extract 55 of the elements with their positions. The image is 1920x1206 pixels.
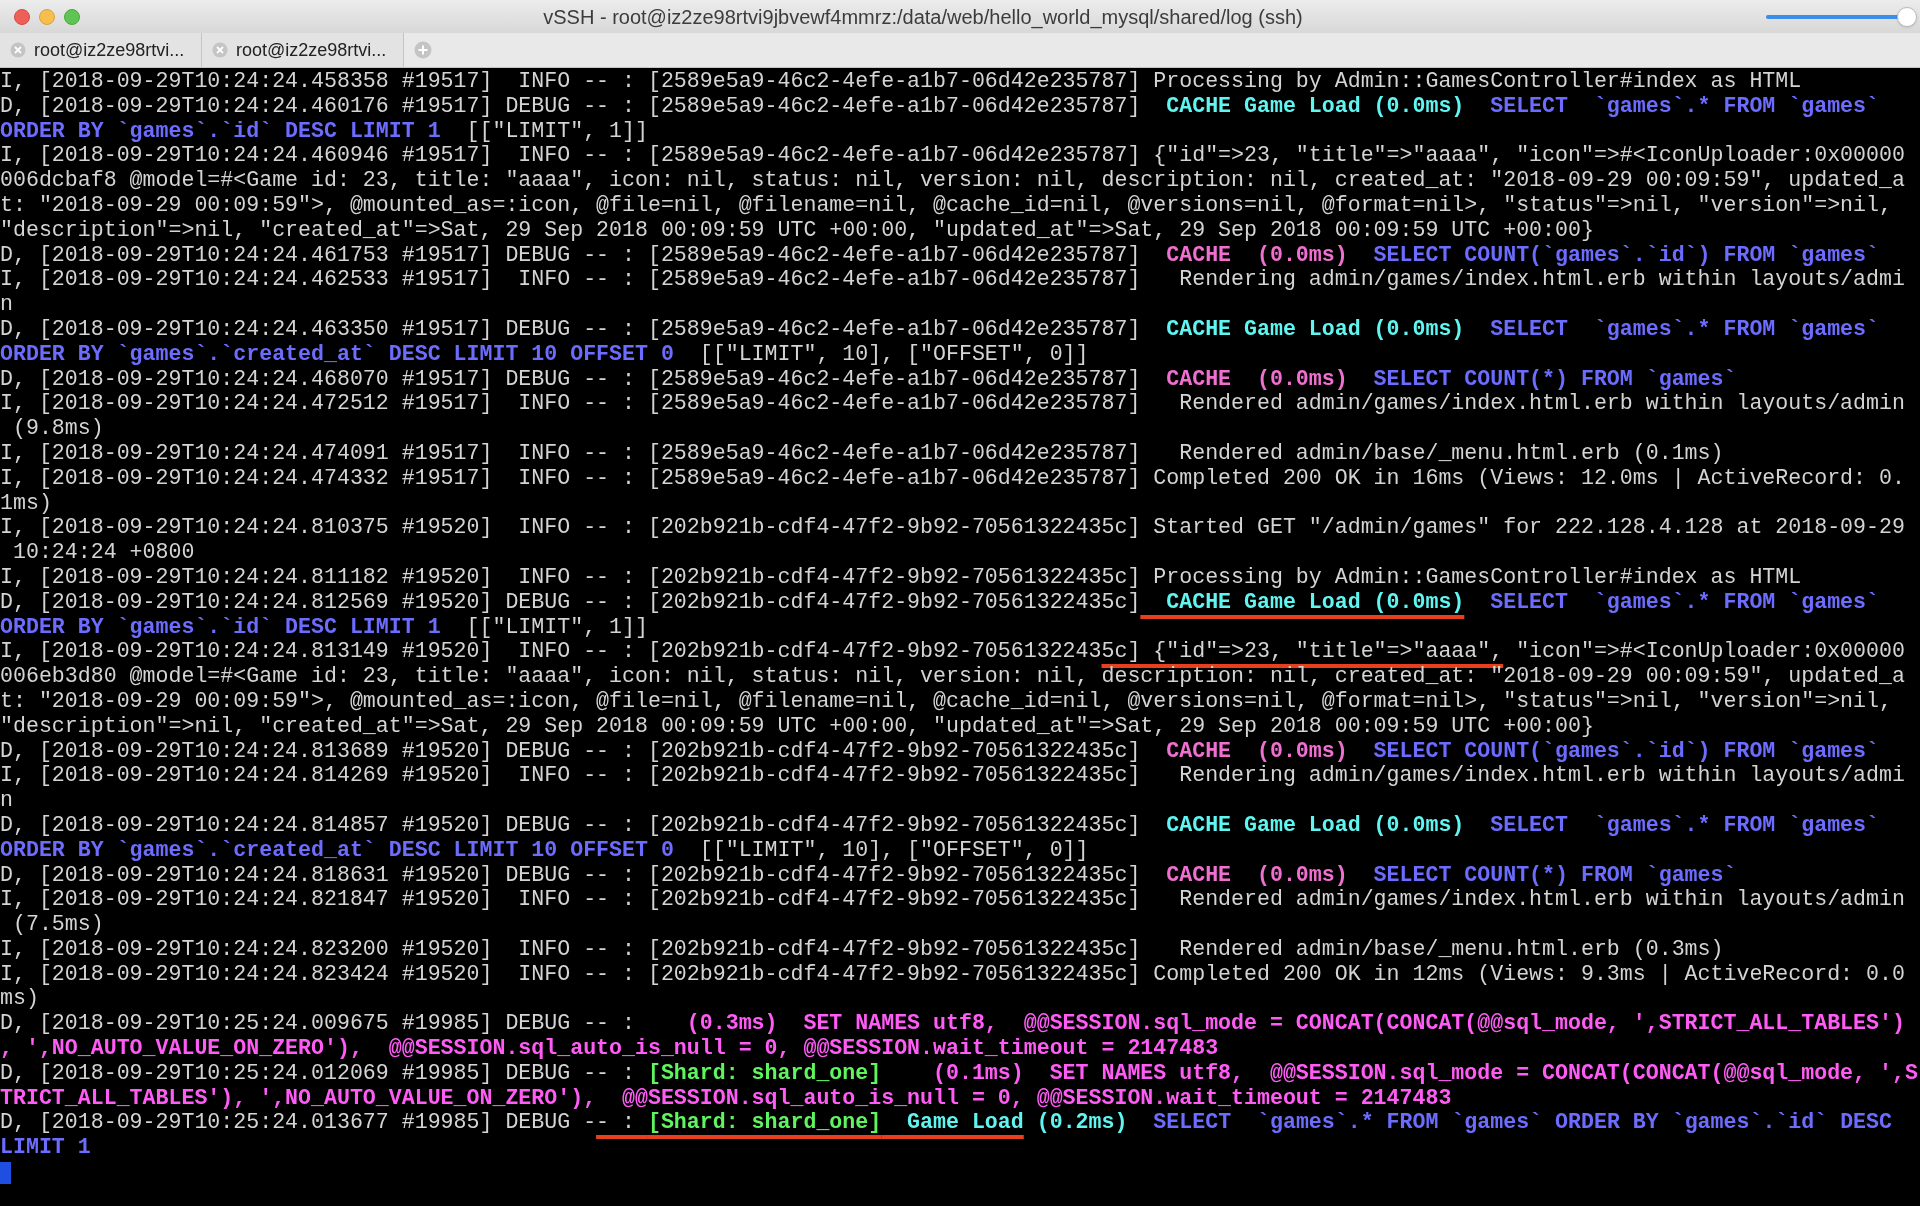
add-tab-icon[interactable]: [414, 41, 432, 59]
terminal-line: D, [2018-09-29T10:24:24.818631 #19520] DEBUG -- : [202b921b-cdf4-47f2-9b92-70561322435c] CACHE (0.0ms) SELECT COUNT(*) FROM `games`: [0, 862, 1737, 888]
terminal-line: D, [2018-09-29T10:24:24.468070 #19517] DEBUG -- : [2589e5a9-46c2-4efe-a1b7-06d42e235787] CACHE (0.0ms) SELECT COUNT(*) FROM `games`: [0, 366, 1737, 392]
opacity-slider[interactable]: [1766, 5, 1916, 28]
terminal-line: D, [2018-09-29T10:24:24.814857 #19520] DEBUG -- : [202b921b-cdf4-47f2-9b92-70561322435c] CACHE Game Load (0.0ms) SELECT `games`.* FROM `games`: [0, 812, 1879, 838]
terminal-line: I, [2018-09-29T10:24:24.460946 #19517] INFO -- : [2589e5a9-46c2-4efe-a1b7-06d42e235787] {"id"=>23, "title"=>"aaaa", "icon"=>#<IconUploader:0x00000: [0, 143, 1905, 169]
terminal-line: ORDER BY `games`.`created_at` DESC LIMIT 10 OFFSET 0 [["LIMIT", 10], ["OFFSET", 0]]: [0, 341, 1089, 367]
terminal-tab[interactable]: root@iz2ze98rtvi...: [202, 33, 404, 67]
terminal-line: LIMIT 1: [0, 1135, 91, 1161]
terminal-line: D, [2018-09-29T10:25:24.009675 #19985] DEBUG -- : (0.3ms) SET NAMES utf8, @@SESSION.sql_mode = CONCAT(CONCAT(@@sql_mode, ',STRICT_ALL_TABLES'): [0, 1011, 1905, 1037]
terminal-line: D, [2018-09-29T10:24:24.461753 #19517] DEBUG -- : [2589e5a9-46c2-4efe-a1b7-06d42e235787] CACHE (0.0ms) SELECT COUNT(`games`.`id`) FROM `games`: [0, 242, 1879, 268]
terminal-line: "description"=>nil, "created_at"=>Sat, 29 Sep 2018 00:09:59 UTC +00:00, "updated_at"=>Sat, 29 Sep 2018 00:09:59 UTC +00:00}: [0, 217, 1594, 243]
close-tab-icon[interactable]: [212, 42, 228, 58]
terminal-line: TRICT_ALL_TABLES'), ',NO_AUTO_VALUE_ON_ZERO'), @@SESSION.sql_auto_is_null = 0, @@SESSION.wait_timeout = 2147483: [0, 1085, 1452, 1111]
terminal-line: n: [0, 292, 13, 317]
terminal-line: D, [2018-09-29T10:24:24.460176 #19517] DEBUG -- : [2589e5a9-46c2-4efe-a1b7-06d42e235787] CACHE Game Load (0.0ms) SELECT `games`.* FROM `games`: [0, 93, 1879, 119]
terminal-line: D, [2018-09-29T10:25:24.012069 #19985] DEBUG -- : [Shard: shard_one] (0.1ms) SET NAMES utf8, @@SESSION.sql_mode = CONCAT(CONCAT(@@sql_mode, ',S: [0, 1060, 1918, 1086]
terminal-line: t: "2018-09-29 00:09:59">, @mounted_as=:icon, @file=nil, @filename=nil, @cache_id=nil, @versions=nil, @format=nil>, "status"=>nil, "version"=>nil,: [0, 193, 1892, 218]
terminal-line: (9.8ms): [11, 416, 104, 441]
terminal-line: I, [2018-09-29T10:24:24.811182 #19520] INFO -- : [202b921b-cdf4-47f2-9b92-70561322435c] Processing by Admin::GamesController#index as HTML: [0, 564, 1802, 590]
window-title: vSSH - root@iz2ze98rtvi9jbvewf4mmrz:/data/web/hello_world_mysql/shared/log (ssh): [543, 4, 1303, 31]
terminal-line: 10:24:24 +0800: [11, 540, 195, 565]
terminal-line: I, [2018-09-29T10:24:24.814269 #19520] INFO -- : [202b921b-cdf4-47f2-9b92-70561322435c] Rendering admin/games/index.html.erb within layouts/admi: [0, 763, 1905, 789]
terminal-line: I, [2018-09-29T10:24:24.472512 #19517] INFO -- : [2589e5a9-46c2-4efe-a1b7-06d42e235787] Rendered admin/games/index.html.erb within layouts/admin: [0, 391, 1905, 417]
terminal-tab[interactable]: root@iz2ze98rtvi...: [0, 33, 202, 67]
terminal-line: , ',NO_AUTO_VALUE_ON_ZERO'), @@SESSION.sql_auto_is_null = 0, @@SESSION.wait_timeout = 2147483: [0, 1036, 1219, 1061]
close-window-button[interactable]: [14, 8, 30, 25]
terminal-line: I, [2018-09-29T10:24:24.823424 #19520] INFO -- : [202b921b-cdf4-47f2-9b92-70561322435c] Completed 200 OK in 12ms (Views: 9.3ms | ActiveRecord: 0.0: [0, 961, 1905, 987]
terminal-line: t: "2018-09-29 00:09:59">, @mounted_as=:icon, @file=nil, @filename=nil, @cache_id=nil, @versions=nil, @format=nil>, "status"=>nil, "version"=>nil,: [0, 688, 1892, 714]
terminal-line: 006eb3d80 @model=#<Game id: 23, title: "aaaa", icon: nil, status: nil, version: nil, description: nil, created_at: "2018-09-29 00:09:59", updated_a: [0, 664, 1905, 689]
terminal-line: I, [2018-09-29T10:24:24.462533 #19517] INFO -- : [2589e5a9-46c2-4efe-a1b7-06d42e235787] Rendering admin/games/index.html.erb within layouts/admi: [0, 267, 1905, 293]
terminal-line: D, [2018-09-29T10:24:24.813689 #19520] DEBUG -- : [202b921b-cdf4-47f2-9b92-70561322435c] CACHE (0.0ms) SELECT COUNT(`games`.`id`) FROM `games`: [0, 738, 1879, 764]
terminal-line: I, [2018-09-29T10:24:24.810375 #19520] INFO -- : [202b921b-cdf4-47f2-9b92-70561322435c] Started GET "/admin/games" for 222.128.4.128 at 2018-09-29: [0, 515, 1905, 541]
terminal-line: 1ms): [0, 490, 52, 516]
terminal-line: 006dcbaf8 @model=#<Game id: 23, title: "aaaa", icon: nil, status: nil, version: nil, description: nil, created_at: "2018-09-29 00:09:59", updated_a: [0, 168, 1905, 193]
close-tab-icon[interactable]: [10, 42, 26, 58]
terminal-line: I, [2018-09-29T10:24:24.823200 #19520] INFO -- : [202b921b-cdf4-47f2-9b92-70561322435c] Rendered admin/base/_menu.html.erb (0.3ms): [0, 936, 1724, 962]
terminal-line: I, [2018-09-29T10:24:24.458358 #19517] INFO -- : [2589e5a9-46c2-4efe-a1b7-06d42e235787] Processing by Admin::GamesController#index as HTML: [0, 69, 1802, 94]
terminal-line: (7.5ms): [11, 912, 104, 937]
terminal-line: n: [0, 788, 13, 813]
terminal-line: I, [2018-09-29T10:24:24.813149 #19520] INFO -- : [202b921b-cdf4-47f2-9b92-70561322435c] {"id"=>23, "title"=>"aaaa", "icon"=>#<IconUploader:0x00000: [0, 639, 1905, 665]
terminal-line: "description"=>nil, "created_at"=>Sat, 29 Sep 2018 00:09:59 UTC +00:00, "updated_at"=>Sat, 29 Sep 2018 00:09:59 UTC +00:00}: [0, 713, 1594, 739]
terminal-cursor: [0, 1162, 11, 1185]
terminal-line: D, [2018-09-29T10:25:24.013677 #19985] DEBUG -- : [Shard: shard_one] Game Load (0.2ms) SELECT `games`.* FROM `games` ORDER BY `games`.`id` DESC: [0, 1110, 1892, 1136]
terminal-line: ORDER BY `games`.`id` DESC LIMIT 1 [["LIMIT", 1]]: [0, 118, 648, 144]
minimize-window-button[interactable]: [39, 8, 55, 25]
terminal-line: ORDER BY `games`.`id` DESC LIMIT 1 [["LIMIT", 1]]: [0, 614, 648, 640]
terminal-line: I, [2018-09-29T10:24:24.821847 #19520] INFO -- : [202b921b-cdf4-47f2-9b92-70561322435c] Rendered admin/games/index.html.erb within layouts/admin: [0, 887, 1905, 913]
terminal-line: I, [2018-09-29T10:24:24.474091 #19517] INFO -- : [2589e5a9-46c2-4efe-a1b7-06d42e235787] Rendered admin/base/_menu.html.erb (0.1ms): [0, 440, 1724, 466]
terminal-line: ms): [0, 986, 39, 1012]
terminal-line: D, [2018-09-29T10:24:24.463350 #19517] DEBUG -- : [2589e5a9-46c2-4efe-a1b7-06d42e235787] CACHE Game Load (0.0ms) SELECT `games`.* FROM `games`: [0, 316, 1879, 342]
maximize-window-button[interactable]: [64, 8, 80, 25]
terminal-line: ORDER BY `games`.`created_at` DESC LIMIT 10 OFFSET 0 [["LIMIT", 10], ["OFFSET", 0]]: [0, 837, 1089, 863]
terminal-line: D, [2018-09-29T10:24:24.812569 #19520] DEBUG -- : [202b921b-cdf4-47f2-9b92-70561322435c] CACHE Game Load (0.0ms) SELECT `games`.* FROM `games`: [0, 589, 1879, 615]
terminal-line: I, [2018-09-29T10:24:24.474332 #19517] INFO -- : [2589e5a9-46c2-4efe-a1b7-06d42e235787] Completed 200 OK in 16ms (Views: 12.0ms | ActiveRecord: 0.: [0, 465, 1905, 491]
